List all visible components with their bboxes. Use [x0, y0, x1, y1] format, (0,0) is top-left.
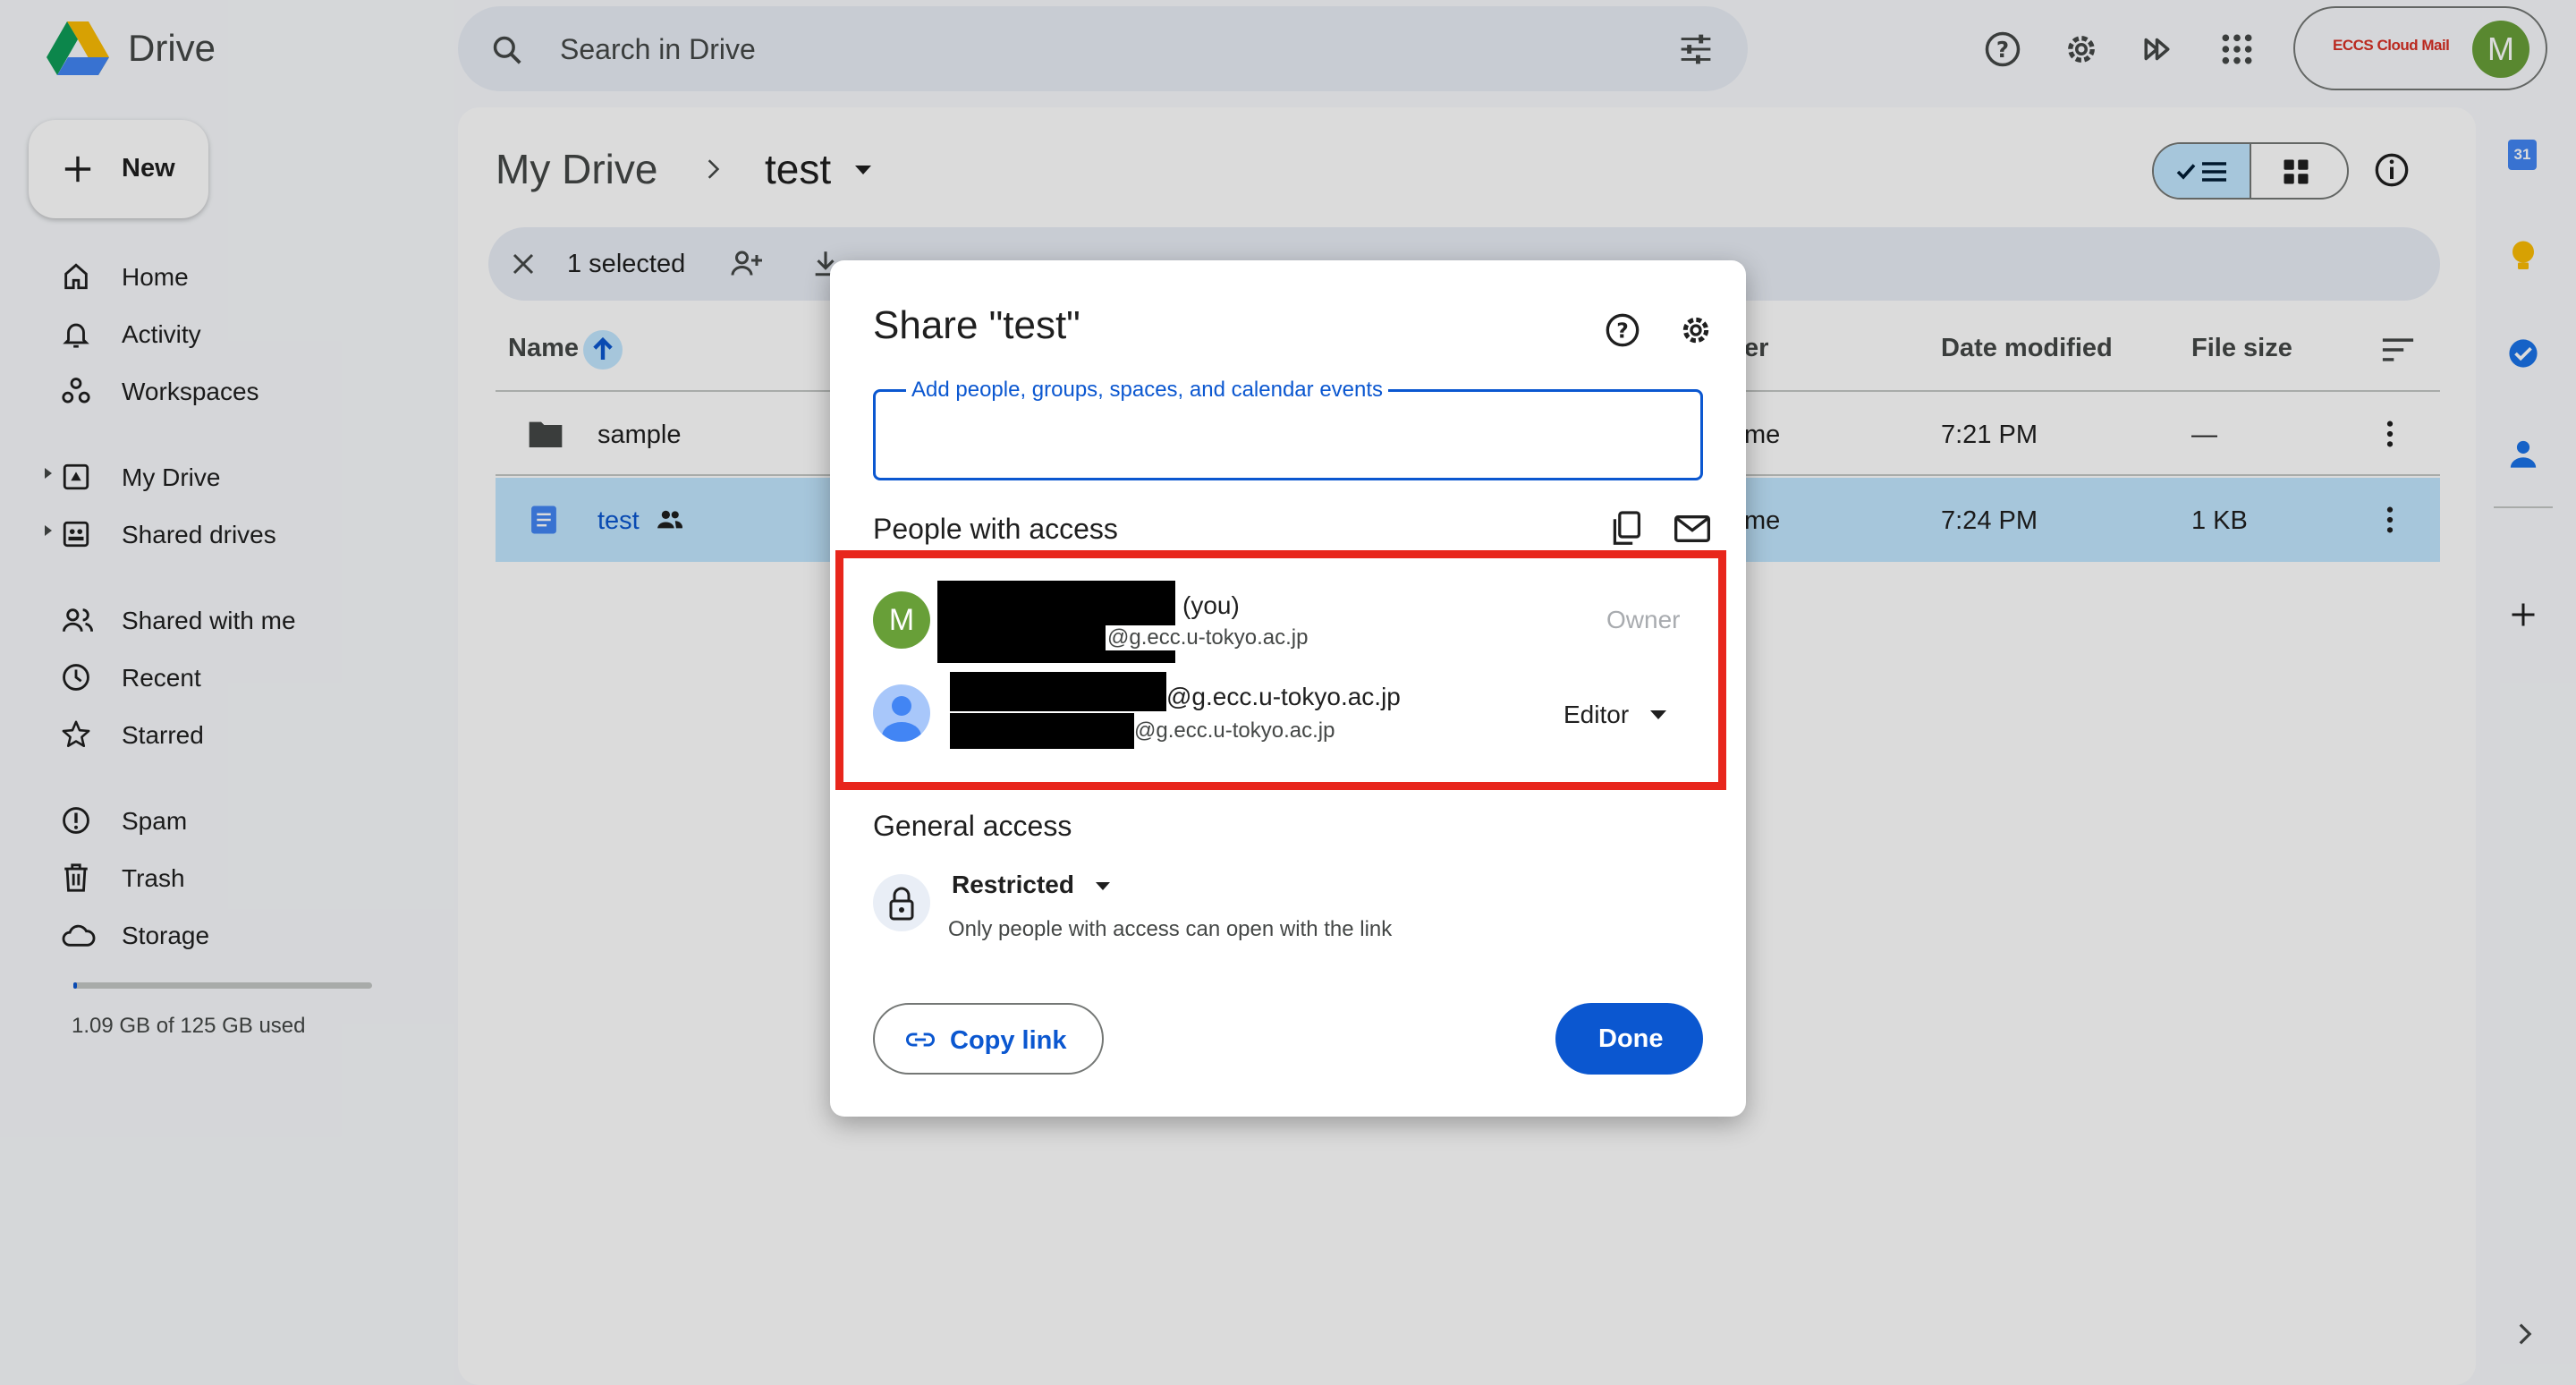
add-people-input[interactable]: Add people, groups, spaces, and calendar… [873, 378, 1703, 480]
add-people-input-label: Add people, groups, spaces, and calendar… [906, 378, 1389, 403]
share-dialog: Share "test" ? Add people, groups, space… [830, 260, 1746, 1117]
email-icon[interactable] [1674, 514, 1710, 543]
access-level-dropdown[interactable]: Restricted [952, 871, 1074, 899]
done-button[interactable]: Done [1555, 1003, 1703, 1075]
access-description: Only people with access can open with th… [948, 917, 1393, 941]
caret-down-icon[interactable] [1095, 881, 1111, 891]
dialog-title: Share "test" [873, 303, 1080, 347]
gear-icon[interactable] [1678, 312, 1714, 348]
done-label: Done [1598, 1024, 1664, 1053]
highlight-box [835, 550, 1726, 790]
lock-icon [873, 874, 930, 931]
copy-emails-icon[interactable] [1610, 511, 1642, 547]
copy-link-button[interactable]: Copy link [873, 1003, 1104, 1075]
svg-text:?: ? [1616, 318, 1629, 343]
general-access-title: General access [873, 810, 1072, 842]
help-icon[interactable]: ? [1605, 312, 1640, 348]
link-icon [905, 1030, 936, 1049]
people-with-access-title: People with access [873, 513, 1118, 545]
copy-link-label: Copy link [950, 1026, 1067, 1055]
